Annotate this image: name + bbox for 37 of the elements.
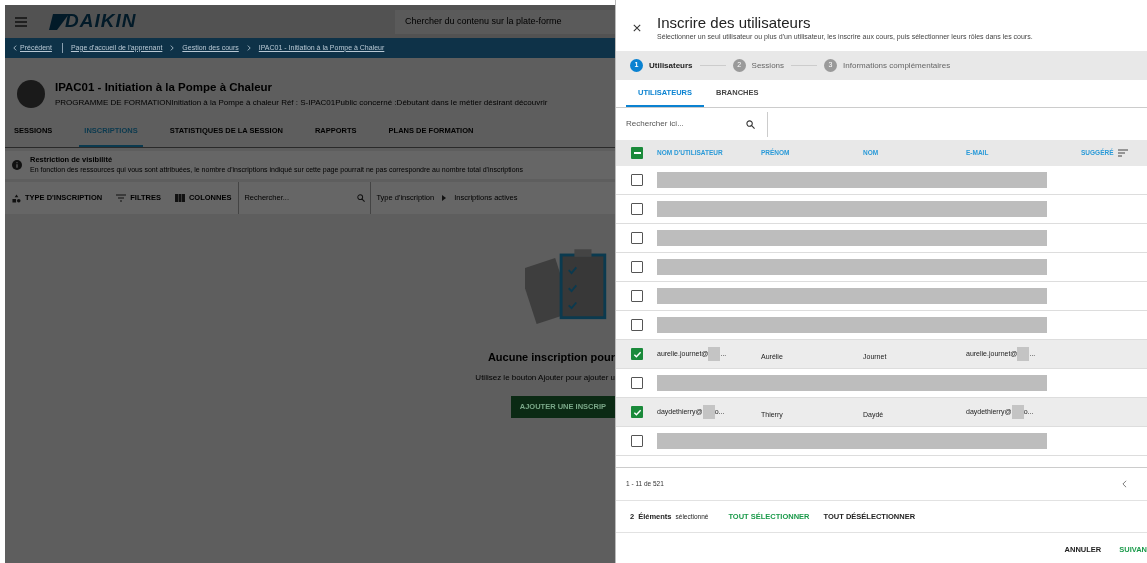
course-description: PROGRAMME DE FORMATIONInitiation à la Pompe à chaleur Réf : S-IPAC01Public concerné :Débutant dans le métier désirant découvrir	[55, 96, 548, 109]
shapes-icon	[12, 193, 21, 203]
redaction-block	[1011, 405, 1024, 419]
empty-state-title: Aucune inscription pour	[487, 350, 615, 365]
row-checkbox[interactable]	[631, 435, 643, 447]
row-checkbox[interactable]	[631, 406, 643, 418]
empty-state-text: Utilisez le bouton Ajouter pour ajouter u	[475, 371, 615, 384]
row-checkbox[interactable]	[631, 203, 643, 215]
redaction-block	[702, 405, 715, 419]
row-checkbox[interactable]	[631, 348, 643, 360]
select-all-checkbox[interactable]	[631, 147, 643, 159]
row-checkbox[interactable]	[631, 232, 643, 244]
close-icon[interactable]	[633, 24, 641, 32]
chevron-icon	[246, 45, 251, 51]
info-icon	[12, 160, 22, 170]
course-thumbnail	[17, 80, 45, 108]
row-checkbox[interactable]	[631, 174, 643, 186]
back-chevron-icon	[13, 45, 17, 51]
row-checkbox[interactable]	[631, 377, 643, 389]
caret-icon	[442, 195, 447, 201]
user-search-field[interactable]: Rechercher ici...	[616, 111, 768, 137]
search-icon	[746, 119, 755, 129]
row-checkbox[interactable]	[631, 319, 643, 331]
platform-search-field[interactable]: Chercher du contenu sur la plate-forme	[395, 9, 615, 34]
dialog-title: Inscrire des utilisateurs	[657, 14, 812, 32]
columns-icon	[174, 194, 185, 202]
logo-text: DAIKIN	[65, 9, 137, 34]
row-checkbox[interactable]	[631, 261, 643, 273]
redaction-block	[708, 347, 721, 361]
chevron-left-icon[interactable]	[1122, 480, 1127, 488]
search-icon	[357, 194, 366, 202]
sort-icon[interactable]	[1117, 149, 1128, 157]
row-checkbox[interactable]	[631, 290, 643, 302]
filter-icon	[116, 194, 127, 202]
chevron-icon	[170, 45, 175, 51]
redaction-block	[1017, 347, 1030, 361]
course-title: IPAC01 - Initiation à la Pompe à Chaleur	[55, 80, 274, 96]
